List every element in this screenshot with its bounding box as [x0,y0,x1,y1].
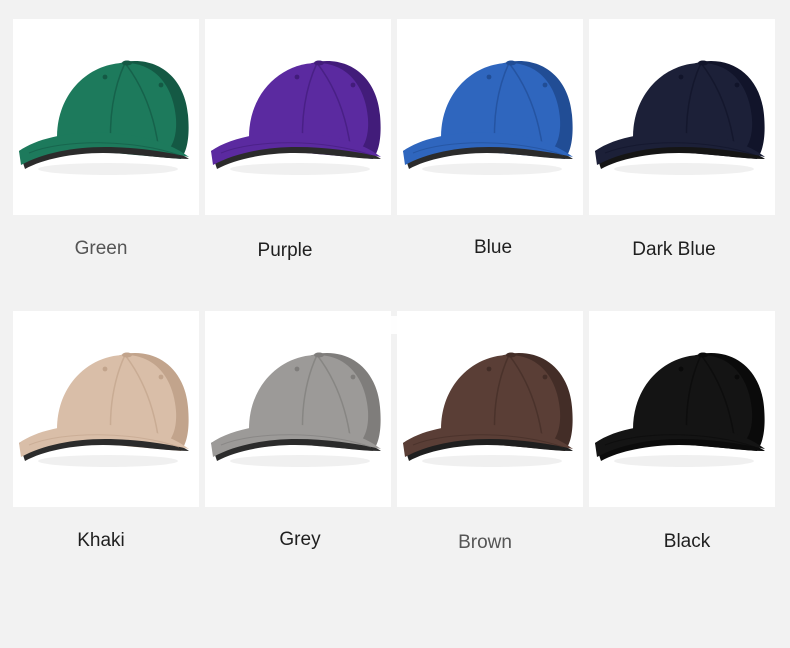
color-label-blue[interactable]: Blue [400,237,586,259]
product-tile-brown[interactable] [397,311,583,507]
cap-icon [19,352,189,467]
cap-icon [19,60,189,175]
product-tile-black[interactable] [589,311,775,507]
cap-icon [211,60,381,175]
cap-icon [211,352,381,467]
product-tile-purple[interactable] [205,19,391,215]
cap-icon [595,60,765,175]
color-label-grey[interactable]: Grey [207,529,393,551]
product-tile-blue[interactable] [397,19,583,215]
watermark-smudge [248,316,548,334]
color-label-green[interactable]: Green [8,238,194,260]
product-tile-khaki[interactable] [13,311,199,507]
color-label-purple[interactable]: Purple [192,240,378,262]
color-label-black[interactable]: Black [594,531,780,553]
product-tile-grey[interactable] [205,311,391,507]
color-label-khaki[interactable]: Khaki [8,530,194,552]
product-tile-green[interactable] [13,19,199,215]
cap-icon [403,60,573,175]
cap-icon [403,352,573,467]
cap-icon [595,352,765,467]
product-tile-dark-blue[interactable] [589,19,775,215]
color-swatch-grid: Green Purple Blue Dark Blue Khaki Grey B… [0,0,790,648]
color-label-brown[interactable]: Brown [392,532,578,554]
color-label-dark-blue[interactable]: Dark Blue [581,239,767,261]
